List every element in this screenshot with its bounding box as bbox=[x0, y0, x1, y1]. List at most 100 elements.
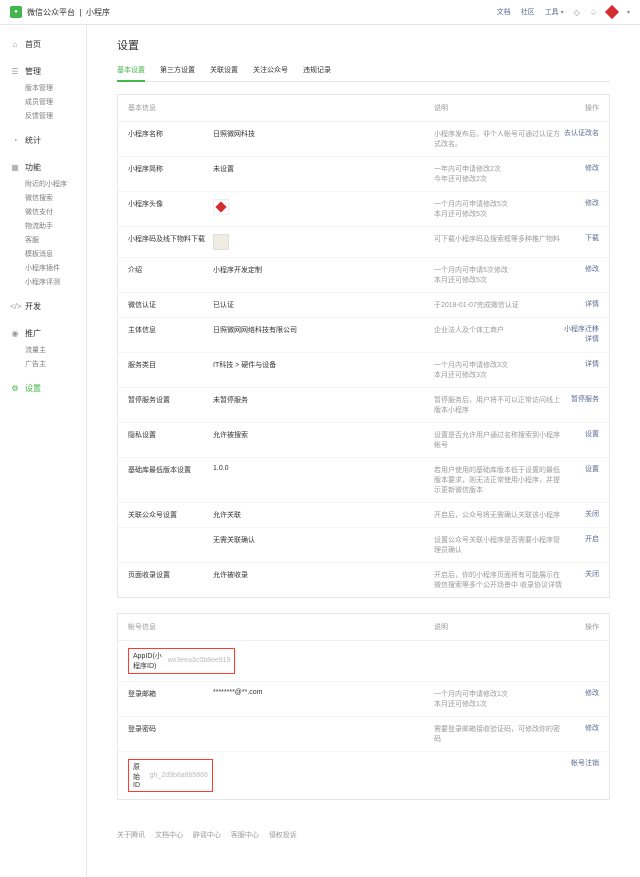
nav-plugin[interactable]: 小程序插件 bbox=[25, 261, 86, 275]
row-value: 允许关联 bbox=[213, 510, 434, 520]
nav-feedback-manage[interactable]: 反馈管理 bbox=[25, 109, 86, 123]
nav-service[interactable]: 客服 bbox=[25, 233, 86, 247]
user-menu-arrow[interactable]: ▾ bbox=[627, 9, 630, 16]
action-link[interactable]: 下载 bbox=[564, 234, 599, 244]
row-action: 详情 bbox=[564, 300, 599, 310]
nav-dev[interactable]: </>开发 bbox=[0, 297, 86, 316]
action-link[interactable]: 去认证改名 bbox=[564, 129, 599, 139]
row-label: 登录密码 bbox=[128, 724, 213, 734]
row-label: 介绍 bbox=[128, 265, 213, 275]
row-value: 允许被收录 bbox=[213, 570, 434, 580]
row-action: 下载 bbox=[564, 234, 599, 244]
action-link[interactable]: 详情 bbox=[564, 360, 599, 370]
tab-third[interactable]: 第三方设置 bbox=[160, 61, 195, 81]
footer-about[interactable]: 关于腾讯 bbox=[117, 832, 145, 839]
row-value: 日照微网科技 bbox=[213, 129, 434, 139]
nav-settings[interactable]: ⚙设置 bbox=[0, 379, 86, 398]
row-label: 隐私设置 bbox=[128, 430, 213, 440]
nav-tools[interactable]: 工具 ▾ bbox=[545, 7, 564, 17]
page-title: 设置 bbox=[117, 37, 610, 53]
action-link[interactable]: 修改 bbox=[564, 164, 599, 174]
row-label: 服务类目 bbox=[128, 360, 213, 370]
nav-promo[interactable]: ◉推广 bbox=[0, 324, 86, 343]
account-row: 原始IDgh_2d9b8a8b5866帐号注销 bbox=[118, 752, 609, 799]
nav-advertiser[interactable]: 广告主 bbox=[25, 357, 86, 371]
action-link[interactable]: 暂停服务 bbox=[564, 395, 599, 405]
row-action: 详情 bbox=[564, 360, 599, 370]
info-row: 小程序简称未设置一年内可申请修改2次今年还可修改2次修改 bbox=[118, 157, 609, 192]
row-value: 1.0.0 bbox=[213, 465, 434, 472]
tab-follow[interactable]: 关注公众号 bbox=[253, 61, 288, 81]
action-link[interactable]: 开启 bbox=[564, 535, 599, 545]
nav-search[interactable]: 微信搜索 bbox=[25, 191, 86, 205]
nav-community[interactable]: 社区 bbox=[521, 7, 535, 17]
tab-basic[interactable]: 基本设置 bbox=[117, 61, 145, 81]
nav-docs[interactable]: 文档 bbox=[497, 7, 511, 17]
row-label: 小程序简称 bbox=[128, 164, 213, 174]
nav-features[interactable]: ▦功能 bbox=[0, 158, 86, 177]
action-link[interactable]: 修改 bbox=[564, 265, 599, 275]
action-link[interactable]: 帐号注销 bbox=[564, 759, 599, 769]
info-row: 服务类目IT科技 > 硬件与设备一个月内可申请修改3次本月还可修改3次详情 bbox=[118, 353, 609, 388]
notification-icon[interactable]: ♤ bbox=[590, 8, 597, 17]
action-link[interactable]: 修改 bbox=[564, 689, 599, 699]
row-action: 设置 bbox=[564, 465, 599, 475]
nav-home[interactable]: ⌂首页 bbox=[0, 35, 86, 54]
user-avatar[interactable] bbox=[605, 5, 619, 19]
nav-template[interactable]: 模板消息 bbox=[25, 247, 86, 261]
tab-violation[interactable]: 违规记录 bbox=[303, 61, 331, 81]
nav-traffic[interactable]: 流量主 bbox=[25, 343, 86, 357]
nav-review[interactable]: 小程序评测 bbox=[25, 275, 86, 289]
info-row: 暂停服务设置未暂停服务暂停服务后，用户将不可以正常访问线上版本小程序暂停服务 bbox=[118, 388, 609, 423]
row-desc: 设置公众号关联小程序是否需要小程序管理员确认 bbox=[434, 535, 564, 555]
action-link[interactable]: 小程序迁移 bbox=[564, 325, 599, 335]
info-row: 小程序名称日照微网科技小程序发布后，非个人帐号可通过认证方式改名。去认证改名 bbox=[118, 122, 609, 157]
features-icon: ▦ bbox=[10, 163, 20, 172]
basic-info-card: 基本信息 说明 操作 小程序名称日照微网科技小程序发布后，非个人帐号可通过认证方… bbox=[117, 94, 610, 598]
footer-rumor[interactable]: 辟谣中心 bbox=[193, 832, 221, 839]
action-link[interactable]: 设置 bbox=[564, 465, 599, 475]
row-label: 微信认证 bbox=[128, 300, 213, 310]
row-value: 允许被搜索 bbox=[213, 430, 434, 440]
nav-member-manage[interactable]: 成员管理 bbox=[25, 95, 86, 109]
action-link[interactable]: 设置 bbox=[564, 430, 599, 440]
info-row: 小程序头像一个月内可申请修改5次本月还可修改5次修改 bbox=[118, 192, 609, 227]
nav-pay[interactable]: 微信支付 bbox=[25, 205, 86, 219]
row-value: 未暂停服务 bbox=[213, 395, 434, 405]
nav-version-manage[interactable]: 版本管理 bbox=[25, 81, 86, 95]
footer-docs[interactable]: 文档中心 bbox=[155, 832, 183, 839]
nav-nearby[interactable]: 附近的小程序 bbox=[25, 177, 86, 191]
row-action: 修改 bbox=[564, 164, 599, 174]
row-action: 修改 bbox=[564, 724, 599, 734]
tab-relate[interactable]: 关联设置 bbox=[210, 61, 238, 81]
row-label: 暂停服务设置 bbox=[128, 395, 213, 405]
row-desc: 企业法人及个体工商户 bbox=[434, 325, 564, 335]
action-link[interactable]: 修改 bbox=[564, 724, 599, 734]
row-action: 关闭 bbox=[564, 570, 599, 580]
row-action: 去认证改名 bbox=[564, 129, 599, 139]
action-link[interactable]: 关闭 bbox=[564, 510, 599, 520]
footer-complaint[interactable]: 侵权投诉 bbox=[269, 832, 297, 839]
action-link[interactable]: 详情 bbox=[564, 300, 599, 310]
bell-icon[interactable]: ◇ bbox=[574, 8, 580, 17]
action-link[interactable]: 修改 bbox=[564, 199, 599, 209]
row-desc: 一年内可申请修改2次今年还可修改2次 bbox=[434, 164, 564, 184]
app-avatar bbox=[213, 199, 229, 215]
qr-code-icon bbox=[213, 234, 229, 250]
row-desc: 一个月内可申请修改1次本月还可修改1次 bbox=[434, 689, 564, 709]
row-value: ********@**.com bbox=[213, 689, 434, 696]
action-link[interactable]: 关闭 bbox=[564, 570, 599, 580]
account-row: 登录邮箱********@**.com一个月内可申请修改1次本月还可修改1次修改 bbox=[118, 682, 609, 717]
info-row: 页面收录设置允许被收录开启后，你的小程序页面将有可能展示在微信搜索等多个公开场景… bbox=[118, 563, 609, 597]
col-basic-info: 基本信息 bbox=[128, 103, 213, 113]
row-desc: 需要登录邮箱接收验证码，可修改你的密码 bbox=[434, 724, 564, 744]
nav-logistics[interactable]: 物流助手 bbox=[25, 219, 86, 233]
info-row: 主体信息日照微网网络科技有限公司企业法人及个体工商户小程序迁移详情 bbox=[118, 318, 609, 353]
row-label: 登录邮箱 bbox=[128, 689, 213, 699]
row-label: 小程序头像 bbox=[128, 199, 213, 209]
footer-service[interactable]: 客服中心 bbox=[231, 832, 259, 839]
nav-manage[interactable]: ☰管理 bbox=[0, 62, 86, 81]
action-link[interactable]: 详情 bbox=[585, 335, 599, 345]
nav-stats[interactable]: ◔统计 bbox=[0, 131, 86, 150]
account-row: 登录密码 需要登录邮箱接收验证码，可修改你的密码修改 bbox=[118, 717, 609, 752]
